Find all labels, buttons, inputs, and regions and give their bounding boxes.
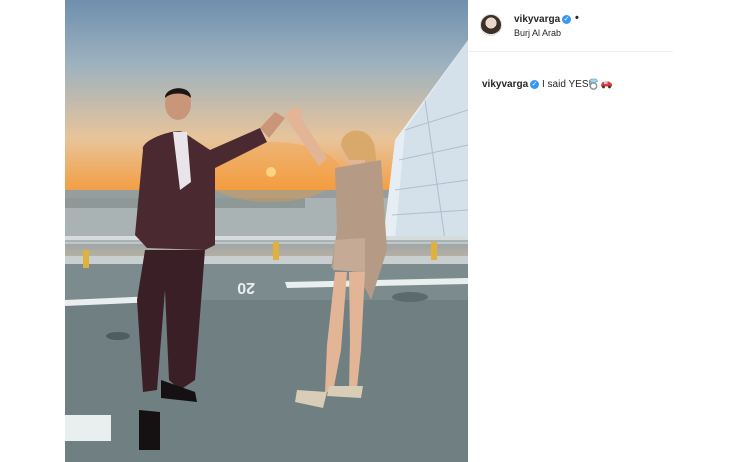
post-header: vikyvarga ✓ • Burj Al Arab — [468, 0, 673, 52]
instagram-post: 20 vikyvarga ✓ • Burj Al Arab vikyvarga … — [0, 0, 738, 462]
helipad-marking: 20 — [237, 279, 255, 296]
caption: vikyvarga ✓ I said YES! — [468, 70, 738, 100]
author-username[interactable]: vikyvarga — [514, 14, 560, 25]
caption-text: I said YES! — [542, 79, 592, 90]
verified-badge-icon: ✓ — [562, 15, 571, 24]
ring-icon — [589, 78, 598, 90]
caption-username[interactable]: vikyvarga — [482, 79, 528, 90]
couple-heart-sunset-photo: 20 — [65, 40, 468, 462]
location-link[interactable]: Burj Al Arab — [514, 28, 561, 38]
red-car-icon — [601, 81, 612, 89]
author-avatar[interactable] — [480, 14, 502, 36]
post-photo[interactable]: 20 — [65, 0, 468, 462]
separator-dot: • — [575, 12, 579, 24]
caption-verified-badge-icon: ✓ — [530, 80, 539, 89]
post-side-panel: vikyvarga ✓ • Burj Al Arab vikyvarga ✓ I… — [468, 0, 738, 462]
